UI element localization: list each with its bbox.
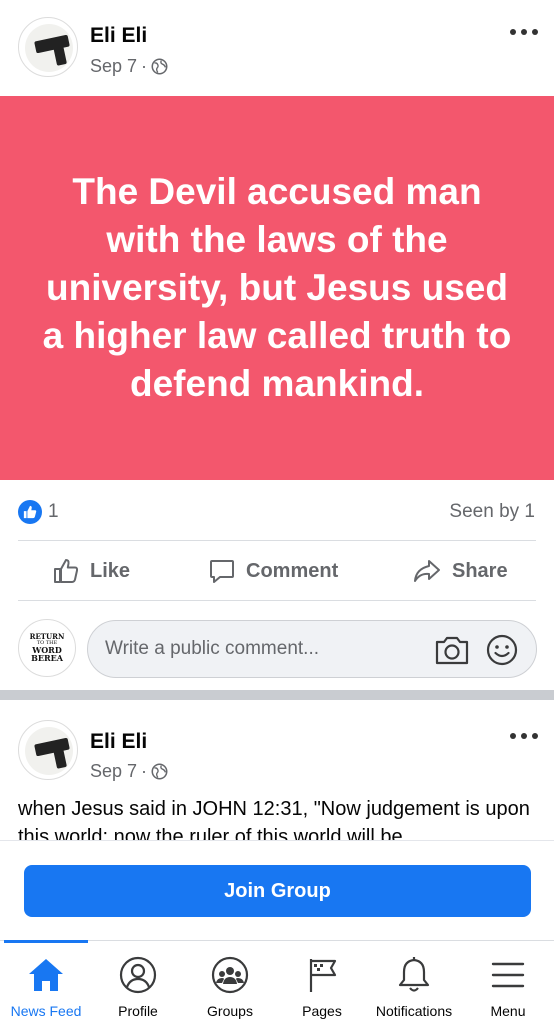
post-2: Eli Eli Sep 7 · when Jesus said in JOHN … (0, 700, 554, 840)
join-group-button[interactable]: Join Group (24, 865, 531, 917)
emoji-icon[interactable] (486, 634, 518, 666)
comment-label: Comment (246, 559, 339, 582)
reactions-bar: 1 Seen by 1 (0, 490, 554, 534)
tab-label: Menu (490, 1003, 526, 1019)
like-label: Like (90, 559, 131, 582)
group-avatar[interactable]: RETURN TO THE WORD BEREA (18, 619, 76, 677)
tab-label: Groups (207, 1003, 253, 1019)
post-text-banner: The Devil accused man with the laws of t… (0, 96, 554, 480)
post-meta: Sep 7 · (90, 56, 168, 77)
bell-icon (398, 957, 430, 992)
profile-icon (119, 956, 157, 994)
author-avatar[interactable] (18, 720, 78, 780)
globe-icon (151, 58, 168, 75)
home-icon (29, 959, 63, 991)
post-actions: Like Comment Share (0, 542, 554, 600)
divider (18, 600, 536, 601)
bottom-tab-bar: News Feed Profile Groups Pages Notificat… (0, 940, 554, 1030)
post-date[interactable]: Sep 7 (90, 761, 137, 782)
author-name[interactable]: Eli Eli (90, 24, 147, 48)
tab-pages[interactable]: Pages (276, 941, 368, 1030)
comment-input[interactable]: Write a public comment... (87, 620, 537, 678)
post-text[interactable]: when Jesus said in JOHN 12:31, "Now judg… (18, 795, 548, 840)
divider (18, 540, 536, 541)
tab-profile[interactable]: Profile (92, 941, 184, 1030)
tab-groups[interactable]: Groups (184, 941, 276, 1030)
like-button[interactable]: Like (52, 542, 130, 600)
like-count[interactable]: 1 (48, 501, 59, 523)
tab-label: News Feed (10, 1003, 82, 1019)
meta-separator: · (141, 56, 148, 76)
tab-label: Pages (302, 1003, 342, 1019)
flag-icon (309, 959, 337, 992)
more-options-icon[interactable] (510, 730, 538, 742)
post-header: Eli Eli Sep 7 · (0, 0, 554, 96)
share-icon (414, 560, 440, 582)
post-separator (0, 690, 554, 700)
camera-icon[interactable] (434, 634, 470, 666)
tab-menu[interactable]: Menu (462, 941, 554, 1030)
share-button[interactable]: Share (412, 542, 508, 600)
avatar-line: BEREA (31, 653, 63, 664)
tab-notifications[interactable]: Notifications (368, 941, 460, 1030)
comment-placeholder: Write a public comment... (105, 638, 320, 659)
tab-label: Profile (118, 1003, 158, 1019)
groups-icon (211, 956, 249, 994)
like-reaction-icon[interactable] (18, 500, 42, 524)
share-label: Share (452, 559, 508, 582)
tab-news-feed[interactable]: News Feed (0, 941, 92, 1030)
more-options-icon[interactable] (510, 26, 538, 38)
join-group-bar: Join Group (0, 840, 554, 940)
banner-text: The Devil accused man with the laws of t… (42, 171, 512, 404)
meta-separator: · (141, 761, 148, 781)
author-name[interactable]: Eli Eli (90, 730, 147, 754)
post-meta: Sep 7 · (90, 761, 168, 782)
thumbs-up-icon (54, 559, 79, 583)
comment-button[interactable]: Comment (208, 542, 338, 600)
comment-icon (210, 560, 234, 583)
globe-icon (151, 763, 168, 780)
comment-composer: RETURN TO THE WORD BEREA Write a public … (0, 612, 554, 690)
author-avatar[interactable] (18, 17, 78, 77)
menu-icon (491, 962, 525, 988)
tab-label: Notifications (375, 1003, 453, 1019)
post-date[interactable]: Sep 7 (90, 56, 137, 77)
seen-by-count[interactable]: Seen by 1 (449, 501, 535, 523)
